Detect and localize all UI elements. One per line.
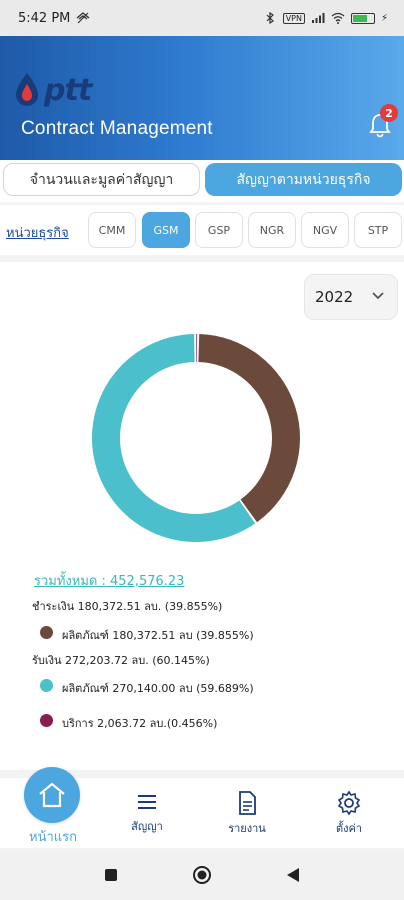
unit-chip-ngr[interactable]: NGR: [248, 212, 296, 248]
unit-chip-cmm[interactable]: CMM: [88, 212, 136, 248]
legend-dot-pay-product: [40, 626, 53, 639]
ptt-flame-icon: [16, 73, 38, 106]
ptt-logo: ptt: [14, 72, 92, 108]
nav-settings-label: ตั้งค่า: [335, 822, 363, 835]
legend-receive-product: ผลิตภัณฑ์ 270,140.00 ลบ (59.689%): [62, 682, 254, 695]
app-title: Contract Management: [21, 118, 213, 139]
android-nav-bar: [0, 850, 404, 900]
nav-contracts[interactable]: สัญญา: [112, 790, 182, 835]
unit-chip-gsm[interactable]: GSM: [142, 212, 190, 248]
battery-icon: [350, 12, 375, 24]
charging-icon: ⚡: [380, 12, 388, 24]
unit-chip-gsp[interactable]: GSP: [195, 212, 243, 248]
nav-home-label: หน้าแรก: [29, 830, 77, 845]
nav-settings[interactable]: ตั้งค่า: [314, 790, 384, 837]
list-icon: [138, 795, 156, 809]
legend-dot-receive-service: [40, 714, 53, 727]
gear-icon: [337, 790, 361, 816]
status-time: 5:42 PM: [18, 10, 71, 26]
bluetooth-icon: [266, 12, 274, 24]
legend-receive-service: บริการ 2,063.72 ลบ.(0.456%): [62, 717, 218, 730]
nav-reports-label: รายงาน: [228, 822, 266, 835]
total-amount: รวมทั้งหมด : 452,576.23: [34, 574, 185, 589]
contract-donut-chart: [92, 334, 301, 542]
signal-icon: [311, 13, 325, 23]
ptt-logo-text: ptt: [44, 72, 92, 108]
recent-apps-button[interactable]: [104, 868, 118, 882]
donut-slice-0[interactable]: [198, 334, 301, 523]
status-bar: 5:42 PM VPN ⚡: [0, 0, 404, 36]
receive-summary: รับเงิน 272,203.72 ลบ. (60.145%): [32, 654, 210, 667]
back-button[interactable]: [286, 867, 300, 883]
segment-tabs: จำนวนและมูลค่าสัญญา สัญญาตามหน่วยธุรกิจ: [0, 160, 404, 202]
legend-dot-receive-product: [40, 679, 53, 692]
vpn-badge: VPN: [282, 12, 305, 24]
document-icon: [239, 791, 256, 815]
nav-contracts-label: สัญญา: [131, 820, 163, 833]
wifi-icon: [331, 12, 345, 24]
nav-reports[interactable]: รายงาน: [212, 790, 282, 837]
tab-contract-by-business-unit[interactable]: สัญญาตามหน่วยธุรกิจ: [205, 163, 402, 196]
unit-chip-stp[interactable]: STP: [354, 212, 402, 248]
year-select[interactable]: 2022: [304, 274, 398, 320]
year-value: 2022: [315, 288, 354, 306]
business-unit-label: หน่วยธุรกิจ: [6, 226, 69, 241]
pay-summary: ชำระเงิน 180,372.51 ลบ. (39.855%): [32, 600, 223, 613]
legend-pay-product: ผลิตภัณฑ์ 180,372.51 ลบ (39.855%): [62, 629, 254, 642]
contract-summary-card: 2022 รวมทั้งหมด : 452,576.23 ชำระเงิน 18…: [0, 262, 404, 770]
chevron-down-icon: [372, 292, 384, 300]
tab-contract-amount-value[interactable]: จำนวนและมูลค่าสัญญา: [3, 163, 200, 196]
unit-chip-ngv[interactable]: NGV: [301, 212, 349, 248]
no-network-icon: [76, 12, 90, 24]
business-unit-filter: หน่วยธุรกิจ CMM GSM GSP NGR NGV STP: [0, 205, 404, 255]
donut-slice-2[interactable]: [196, 334, 198, 363]
app-screen: 5:42 PM VPN ⚡ ptt Contract Management 2 …: [0, 0, 404, 900]
nav-home[interactable]: [24, 767, 80, 823]
notification-badge: 2: [380, 104, 398, 122]
home-icon: [39, 782, 65, 808]
home-system-button[interactable]: [192, 865, 212, 885]
